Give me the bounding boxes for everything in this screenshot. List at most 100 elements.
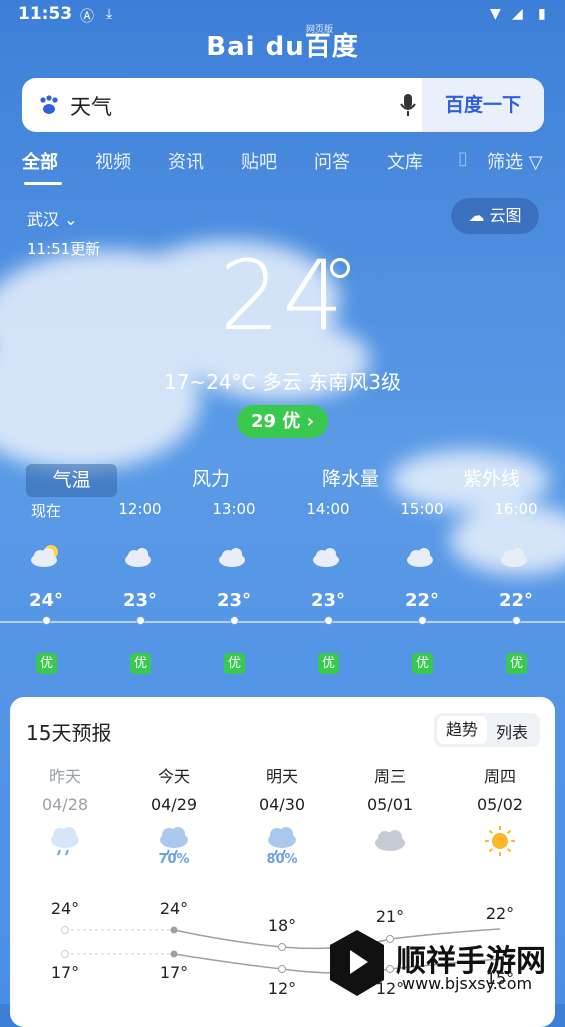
- signal-icon: ◢: [512, 6, 523, 22]
- day-name: 今天: [157, 767, 190, 786]
- hour-dot: [230, 616, 239, 625]
- day-name: 昨天: [48, 767, 81, 786]
- hour-label: 12:00: [118, 500, 162, 518]
- rain-icon: [51, 827, 79, 856]
- hour-label: 14:00: [306, 500, 350, 518]
- chevron-down-icon: ⌄: [59, 210, 78, 229]
- search-button[interactable]: 百度一下: [422, 78, 544, 132]
- forecast-day[interactable]: 周四 05/02: [460, 763, 540, 814]
- hour-temperature: 23°: [216, 590, 252, 611]
- list-view-button[interactable]: 列表: [487, 719, 537, 743]
- high-temperature: 22°: [485, 904, 515, 923]
- tab-video[interactable]: 视频: [95, 148, 131, 174]
- baidu-logo[interactable]: Bai du百度 网页版: [0, 25, 565, 63]
- hour-label: 13:00: [212, 500, 256, 518]
- notification-a-icon: Ⓐ: [80, 9, 94, 25]
- status-time: 11:53: [18, 4, 73, 24]
- precip-chance: 70%: [158, 852, 190, 867]
- tab-news[interactable]: 资讯: [168, 148, 204, 174]
- low-temperature: 17°: [50, 963, 80, 982]
- filter-button[interactable]: 筛选 ▽: [487, 148, 543, 174]
- partly-cloudy-icon: [31, 545, 58, 567]
- high-temperature: 21°: [375, 907, 405, 926]
- logo-tag: 网页版: [306, 25, 334, 35]
- cloudy-icon: [501, 548, 527, 567]
- search-tabs: 全部 视频 资讯 贴吧 问答 文库 ▯ 筛选 ▽: [0, 146, 565, 192]
- hour-temperature: 24°: [28, 590, 64, 611]
- high-temperature: 18°: [267, 916, 297, 935]
- tab-tieba[interactable]: 贴吧: [241, 148, 277, 174]
- watermark-url: www.bjsxsy.com: [402, 974, 533, 993]
- hour-temperature: 23°: [122, 590, 158, 611]
- trend-view-button[interactable]: 趋势: [437, 716, 487, 744]
- wifi-icon: ▼: [490, 6, 501, 22]
- watermark-logo-icon: [330, 930, 384, 996]
- hour-dot: [136, 616, 145, 625]
- hour-dot: [418, 616, 427, 625]
- forecast-day[interactable]: 明天 04/30: [242, 763, 322, 814]
- logo-text: Bai du百度: [206, 32, 359, 62]
- hour-temperature: 22°: [498, 590, 534, 611]
- tab-image-cut-icon[interactable]: ▯: [458, 148, 468, 169]
- tab-wind[interactable]: 风力: [192, 464, 230, 491]
- hourly-trend-line: [0, 621, 565, 623]
- high-temperature: 24°: [159, 899, 189, 918]
- hour-temperature: 22°: [404, 590, 440, 611]
- day-name: 明天: [265, 767, 298, 786]
- city-name: 武汉: [27, 210, 60, 229]
- cloudy-icon: [125, 548, 151, 567]
- day-date: 04/30: [258, 795, 306, 814]
- hour-dot: [512, 616, 521, 625]
- cloudy-icon: [375, 830, 405, 851]
- day-name: 周四: [483, 767, 516, 786]
- hour-aqi-badge: 优: [506, 653, 527, 674]
- cloud-map-icon: ☁: [468, 206, 485, 225]
- degree-icon: [330, 258, 350, 278]
- paw-icon: [40, 95, 58, 114]
- high-temperature: 24°: [50, 899, 80, 918]
- forecast-day[interactable]: 昨天 04/28: [25, 763, 105, 814]
- hour-label: 15:00: [400, 500, 444, 518]
- aqi-badge[interactable]: 29 优 ›: [237, 405, 328, 438]
- battery-icon: ▮: [538, 6, 546, 22]
- tab-wenku[interactable]: 文库: [387, 148, 423, 174]
- city-selector[interactable]: 武汉 ⌄: [27, 206, 78, 230]
- view-toggle: 趋势 列表: [434, 713, 540, 747]
- weather-summary: 17~24°C 多云 东南风3级: [163, 370, 402, 394]
- active-tab-indicator: [24, 182, 62, 185]
- forecast-title: 15天预报: [26, 721, 112, 745]
- search-bar: 百度一下: [22, 78, 544, 132]
- hour-temperature: 23°: [310, 590, 346, 611]
- hour-label: 现在: [30, 502, 61, 520]
- day-name: 周三: [373, 767, 406, 786]
- current-temperature: 24: [219, 240, 346, 352]
- tab-all[interactable]: 全部: [22, 148, 58, 174]
- tab-qa[interactable]: 问答: [314, 148, 350, 174]
- search-input[interactable]: [68, 86, 392, 126]
- hour-aqi-badge: 优: [36, 653, 57, 674]
- sun-icon: [485, 826, 515, 856]
- tab-temperature[interactable]: 气温: [26, 464, 117, 497]
- hour-dot: [42, 616, 51, 625]
- day-date: 05/01: [366, 795, 414, 814]
- tab-precipitation[interactable]: 降水量: [322, 464, 379, 491]
- filter-label: 筛选: [487, 152, 523, 173]
- download-icon: ⤓: [106, 6, 113, 22]
- tab-uv[interactable]: 紫外线: [463, 464, 520, 491]
- cloudy-icon: [219, 548, 245, 567]
- low-temperature: 17°: [159, 963, 189, 982]
- forecast-day[interactable]: 周三 05/01: [350, 763, 430, 814]
- aqi-value: 29 优: [250, 411, 301, 432]
- precip-chance: 80%: [266, 852, 298, 867]
- cloudy-icon: [313, 548, 339, 567]
- cloud-map-button[interactable]: ☁ 云图: [451, 198, 539, 234]
- site-watermark: 顺祥手游网 www.bjsxsy.com: [326, 926, 556, 1004]
- hour-label: 16:00: [494, 500, 538, 518]
- hour-dot: [324, 616, 333, 625]
- hour-aqi-badge: 优: [318, 653, 339, 674]
- day-date: 04/28: [41, 795, 89, 814]
- forecast-day[interactable]: 今天 04/29: [134, 763, 214, 814]
- chevron-right-icon: ›: [300, 411, 314, 432]
- cloud-map-label: 云图: [489, 206, 522, 225]
- hour-aqi-badge: 优: [412, 653, 433, 674]
